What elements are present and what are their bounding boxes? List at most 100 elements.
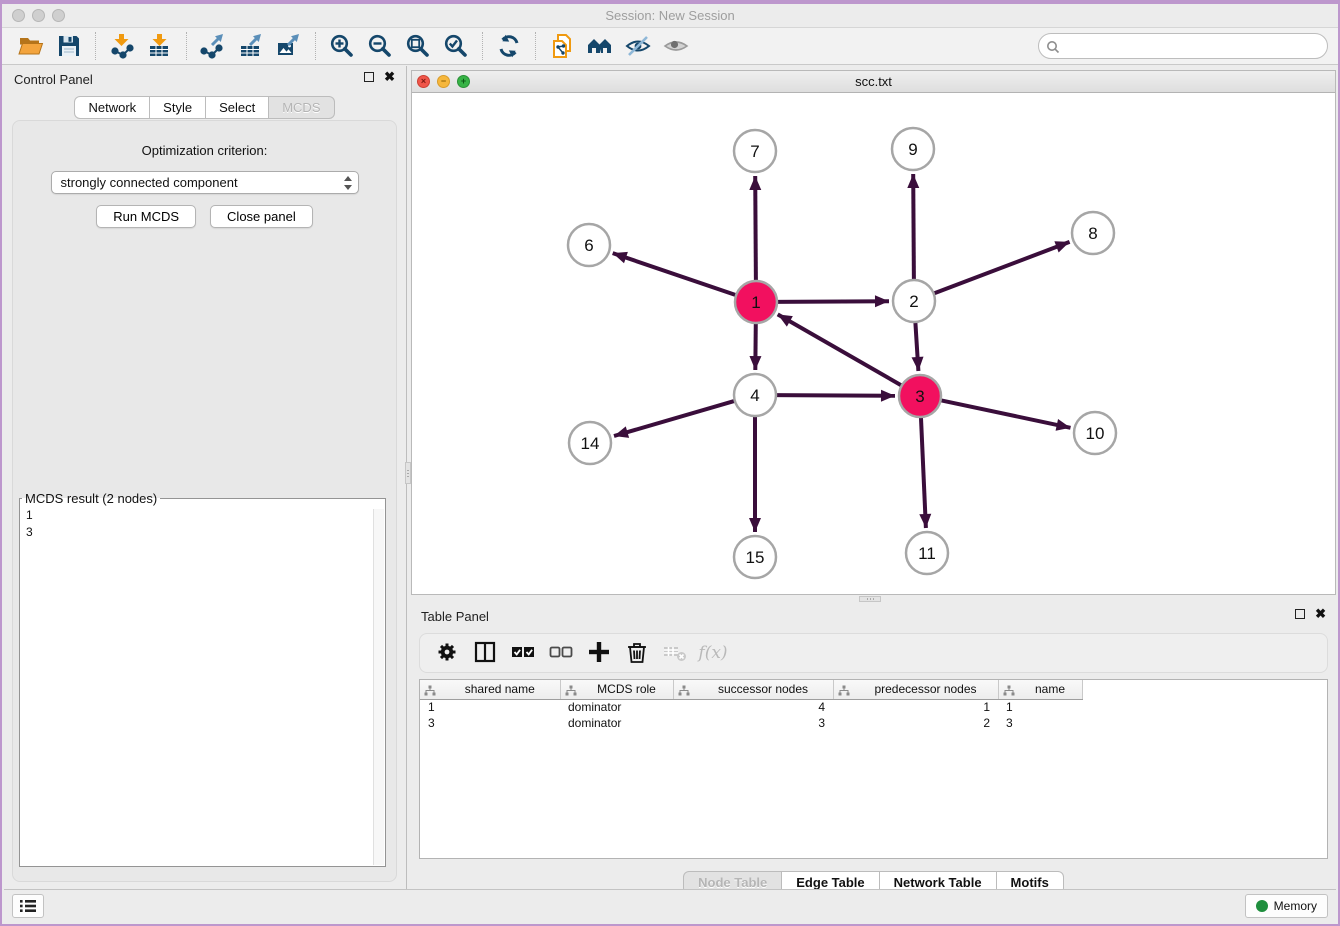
- edge-2-3[interactable]: [915, 321, 918, 371]
- open-session-button[interactable]: [12, 30, 50, 62]
- table-cell[interactable]: 2: [833, 715, 998, 731]
- hide-selected-button[interactable]: [619, 30, 657, 62]
- zoom-out-button[interactable]: [361, 30, 399, 62]
- table-cell[interactable]: 3: [420, 715, 560, 731]
- delete-columns-icon: [624, 639, 650, 668]
- edge-3-1[interactable]: [778, 314, 903, 386]
- edge-3-10[interactable]: [940, 400, 1071, 428]
- table-cell[interactable]: 4: [673, 699, 833, 715]
- node-15[interactable]: 15: [734, 536, 776, 578]
- search-input[interactable]: [1065, 39, 1315, 54]
- result-scrollbar[interactable]: [373, 509, 384, 865]
- select-all-button[interactable]: [504, 637, 542, 669]
- run-mcds-button[interactable]: Run MCDS: [96, 205, 196, 228]
- edge-1-6[interactable]: [613, 253, 737, 295]
- node-4[interactable]: 4: [734, 374, 776, 416]
- svg-text:14: 14: [581, 434, 600, 453]
- edge-4-14[interactable]: [614, 401, 736, 436]
- table-row[interactable]: 1dominator411: [420, 699, 1082, 715]
- svg-text:11: 11: [918, 544, 936, 563]
- control-panel-tabs: NetworkStyleSelectMCDS: [4, 96, 405, 119]
- table-cell[interactable]: 1: [833, 699, 998, 715]
- zoom-out-icon: [367, 33, 393, 59]
- splitter-grip[interactable]: [859, 596, 881, 602]
- network-canvas[interactable]: 1 2 3 4 6 7 8 9 10 11 14 15: [412, 93, 1335, 594]
- add-column-button[interactable]: [580, 637, 618, 669]
- column-header-successor-nodes[interactable]: successor nodes: [673, 680, 833, 699]
- zoom-in-button[interactable]: [323, 30, 361, 62]
- network-window-title: scc.txt: [412, 74, 1335, 89]
- show-panels-button[interactable]: [12, 894, 44, 918]
- edge-2-8[interactable]: [933, 242, 1070, 294]
- node-3[interactable]: 3: [899, 375, 941, 417]
- table-cell[interactable]: 1: [998, 699, 1082, 715]
- new-network-from-selection-icon: [549, 33, 575, 59]
- tab-network[interactable]: Network: [74, 96, 150, 119]
- apply-preferred-layout-button[interactable]: [581, 30, 619, 62]
- table-cell[interactable]: 1: [420, 699, 560, 715]
- node-14[interactable]: 14: [569, 422, 611, 464]
- export-image-button[interactable]: [270, 30, 308, 62]
- export-table-button[interactable]: [232, 30, 270, 62]
- apply-preferred-layout-icon: [587, 33, 613, 59]
- new-network-from-selection-button[interactable]: [543, 30, 581, 62]
- open-session-icon: [18, 33, 44, 59]
- show-all-button[interactable]: [657, 30, 695, 62]
- svg-text:8: 8: [1088, 224, 1097, 243]
- table-row[interactable]: 3dominator323: [420, 715, 1082, 731]
- table-cell[interactable]: dominator: [560, 699, 673, 715]
- close-panel-button[interactable]: Close panel: [210, 205, 313, 228]
- delete-columns-button[interactable]: [618, 637, 656, 669]
- export-network-icon: [200, 33, 226, 59]
- node-1[interactable]: 1: [735, 281, 777, 323]
- titlebar: Session: New Session: [2, 4, 1338, 28]
- close-table-panel-icon[interactable]: ✖: [1315, 609, 1326, 619]
- refresh-button[interactable]: [490, 30, 528, 62]
- export-network-button[interactable]: [194, 30, 232, 62]
- import-table-button[interactable]: [141, 30, 179, 62]
- table-cell[interactable]: 3: [998, 715, 1082, 731]
- tab-mcds[interactable]: MCDS: [269, 96, 334, 119]
- float-table-panel-icon[interactable]: [1295, 609, 1305, 619]
- optimization-criterion-select[interactable]: strongly connected component: [51, 171, 359, 194]
- table-panel: Table Panel ✖ f(x) shared nameMCDS roles…: [411, 603, 1336, 889]
- export-table-icon: [238, 33, 264, 59]
- node-7[interactable]: 7: [734, 130, 776, 172]
- edge-3-11[interactable]: [921, 416, 926, 528]
- horizontal-splitter[interactable]: [411, 595, 1336, 603]
- save-session-button[interactable]: [50, 30, 88, 62]
- toggle-column-display-button[interactable]: [466, 637, 504, 669]
- node-10[interactable]: 10: [1074, 412, 1116, 454]
- node-8[interactable]: 8: [1072, 212, 1114, 254]
- network-window-titlebar: × − + scc.txt: [412, 71, 1335, 93]
- node-9[interactable]: 9: [892, 128, 934, 170]
- memory-status-icon: [1256, 900, 1268, 912]
- edge-1-7[interactable]: [755, 176, 756, 282]
- column-header-name[interactable]: name: [998, 680, 1082, 699]
- deselect-all-button[interactable]: [542, 637, 580, 669]
- column-header-predecessor-nodes[interactable]: predecessor nodes: [833, 680, 998, 699]
- tab-style[interactable]: Style: [150, 96, 206, 119]
- table-cell[interactable]: dominator: [560, 715, 673, 731]
- search-box[interactable]: [1038, 33, 1328, 59]
- float-panel-icon[interactable]: [364, 72, 374, 82]
- close-panel-icon[interactable]: ✖: [384, 72, 395, 82]
- node-6[interactable]: 6: [568, 224, 610, 266]
- select-stepper-icon: [343, 175, 353, 191]
- zoom-fit-button[interactable]: [399, 30, 437, 62]
- edge-2-9[interactable]: [913, 174, 914, 281]
- column-header-MCDS-role[interactable]: MCDS role: [560, 680, 673, 699]
- edge-1-4[interactable]: [755, 322, 756, 370]
- zoom-selected-button[interactable]: [437, 30, 475, 62]
- tab-select[interactable]: Select: [206, 96, 269, 119]
- svg-text:7: 7: [750, 142, 759, 161]
- table-cell[interactable]: 3: [673, 715, 833, 731]
- table-settings-button[interactable]: [428, 637, 466, 669]
- node-2[interactable]: 2: [893, 280, 935, 322]
- svg-text:1: 1: [751, 293, 760, 312]
- column-header-shared-name[interactable]: shared name: [420, 680, 560, 699]
- import-network-button[interactable]: [103, 30, 141, 62]
- node-11[interactable]: 11: [906, 532, 948, 574]
- delete-table-button: [656, 637, 694, 669]
- memory-button[interactable]: Memory: [1245, 894, 1328, 918]
